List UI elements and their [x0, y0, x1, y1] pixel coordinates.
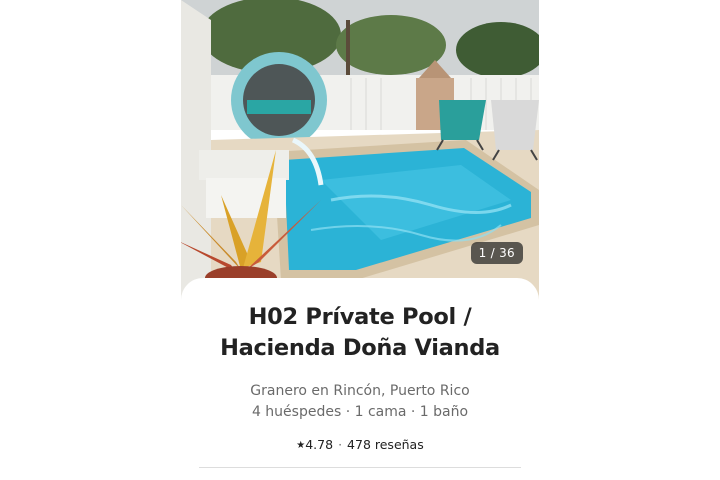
rating-separator: ·: [338, 437, 343, 452]
reviews-link[interactable]: 478 reseñas: [347, 437, 424, 452]
listing-title-line-2: Hacienda Doña Vianda: [220, 335, 500, 361]
listing-details-sheet: H02 Prívate Pool / Hacienda Doña Vianda …: [181, 278, 539, 480]
listing-title-line-1: H02 Prívate Pool /: [248, 304, 472, 330]
star-icon: ★: [296, 440, 306, 451]
listing-screen: 1 / 36 H02 Prívate Pool / Hacienda Doña …: [181, 0, 539, 480]
rating-value: 4.78: [305, 437, 334, 452]
listing-location: Granero en Rincón, Puerto Rico: [250, 383, 470, 399]
listing-photo[interactable]: 1 / 36: [181, 0, 539, 300]
section-divider: [199, 467, 521, 468]
photo-counter-badge: 1 / 36: [470, 242, 523, 264]
rating-row: ★4.78 · 478 reseñas: [181, 437, 539, 452]
listing-title: H02 Prívate Pool / Hacienda Doña Vianda: [181, 302, 539, 364]
listing-capacity-details: 4 huéspedes · 1 cama · 1 baño: [251, 404, 469, 420]
